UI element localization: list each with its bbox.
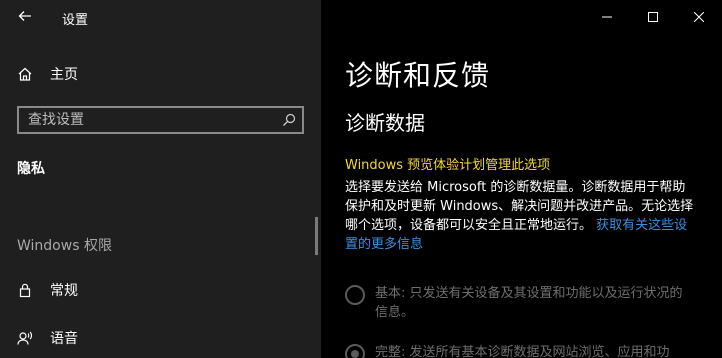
sidebar-item-general[interactable]: 常规 [14,277,304,303]
radio-option-basic[interactable]: 基本: 只发送有关设备及其设置和功能以及运行状况的信息。 [345,284,695,322]
minimize-button[interactable] [584,0,630,32]
sidebar: 设置 主页 隐私 Windows 权限 常规 语音 [0,0,321,358]
radio-label: 完整: 发送所有基本诊断数据及网站浏览、应用和功 [375,345,670,358]
radio-label: 基本: 只发送有关设备及其设置和功能以及运行状况的信息。 [375,286,683,320]
close-icon [693,7,705,26]
sidebar-item-label: 常规 [50,283,78,299]
managed-notice: Windows 预览体验计划管理此选项 [345,158,551,173]
sidebar-item-speech[interactable]: 语音 [14,325,304,351]
description: 选择要发送给 Microsoft 的诊断数据量。诊断数据用于帮助保护和及时更新 … [345,178,695,254]
sidebar-item-label: 语音 [50,331,78,347]
home-icon [14,66,36,82]
search-input[interactable] [19,111,276,129]
radio-dot [351,350,359,358]
main-content: 诊断和反馈 诊断数据 Windows 预览体验计划管理此选项 选择要发送给 Mi… [321,0,722,358]
speech-icon [14,330,36,346]
maximize-icon [648,7,658,26]
nav-home-label: 主页 [50,67,78,83]
app-title: 设置 [62,13,89,28]
window-controls [584,0,722,32]
radio-button[interactable] [345,285,365,305]
back-arrow-icon [18,8,32,27]
search-icon[interactable] [276,113,302,127]
search-box[interactable] [17,106,304,134]
section-header: Windows 权限 [17,238,112,254]
sidebar-scrollbar[interactable] [315,217,318,255]
radio-button-selected[interactable] [345,344,365,358]
page-title: 诊断和反馈 [345,59,491,92]
section-title: 诊断数据 [345,111,425,135]
radio-option-full[interactable]: 完整: 发送所有基本诊断数据及网站浏览、应用和功 [345,343,695,358]
back-button[interactable] [14,6,36,28]
minimize-icon [602,7,612,26]
maximize-button[interactable] [630,0,676,32]
category-title: 隐私 [17,161,45,177]
nav-home[interactable]: 主页 [14,62,304,86]
lock-icon [14,282,36,298]
close-button[interactable] [676,0,722,32]
